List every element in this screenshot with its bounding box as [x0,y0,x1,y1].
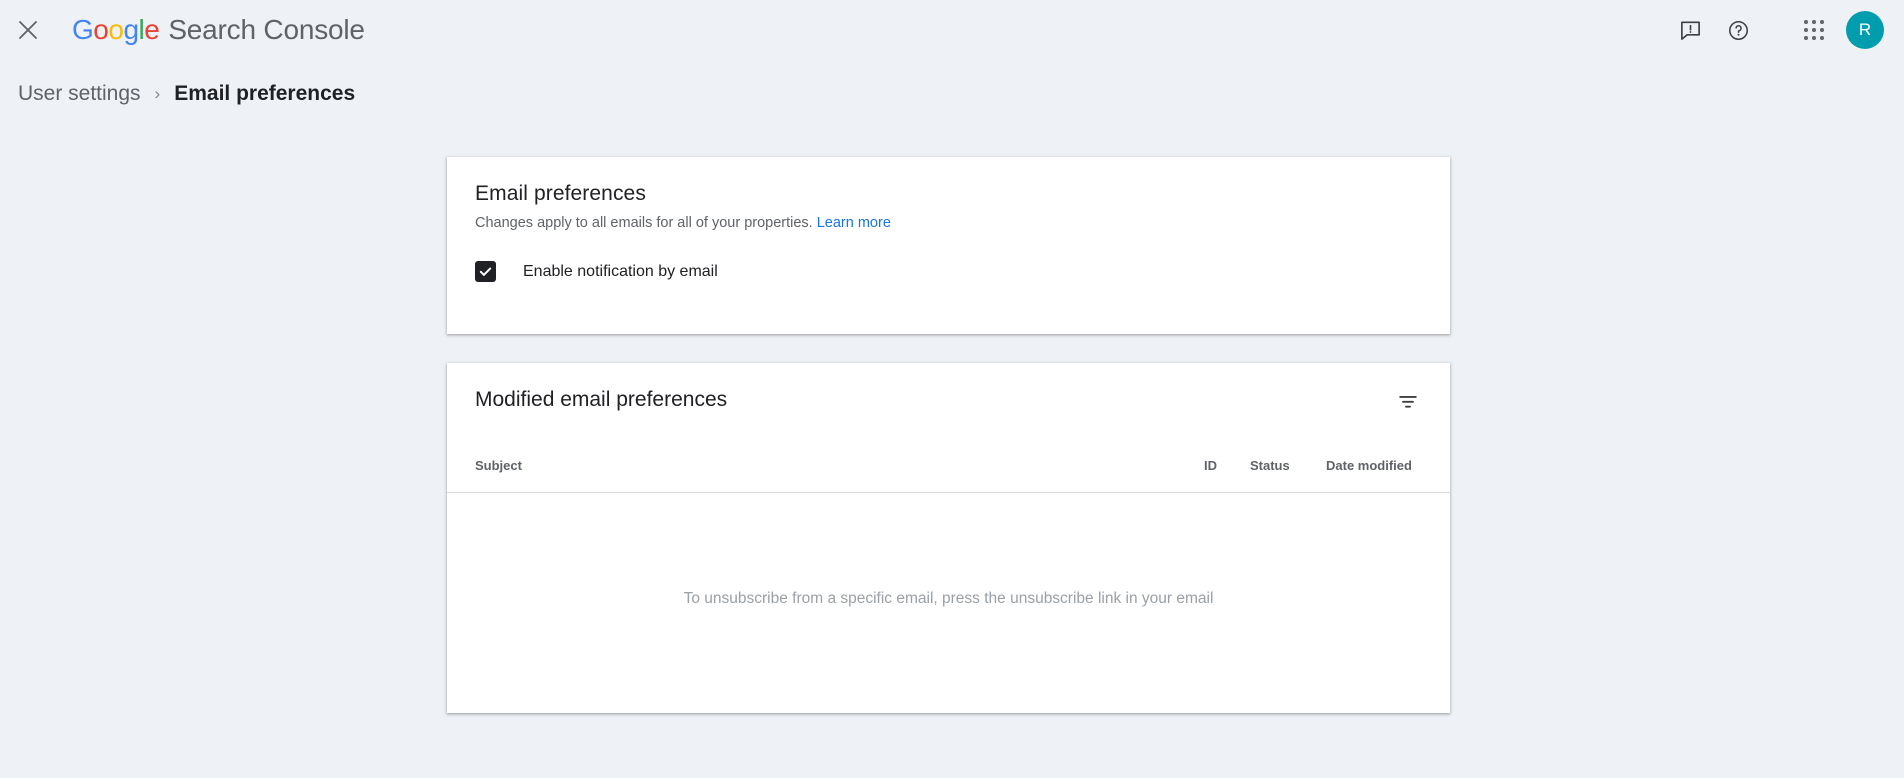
column-header-id[interactable]: ID [1204,458,1250,473]
brand-logo[interactable]: Google Search Console [72,14,365,46]
email-preferences-card: Email preferences Changes apply to all e… [447,157,1450,334]
help-icon[interactable] [1714,6,1762,54]
product-name: Search Console [168,14,364,46]
modified-table-header: Subject ID Status Date modified [447,438,1450,493]
enable-notification-row[interactable]: Enable notification by email [447,231,1450,282]
email-preferences-title: Email preferences [447,157,1450,206]
filter-icon[interactable] [1388,382,1428,422]
chevron-right-icon: › [155,84,161,104]
top-app-bar: Google Search Console [0,0,1904,60]
description-text: Changes apply to all emails for all of y… [475,215,813,231]
close-icon[interactable] [14,16,42,44]
empty-state-message: To unsubscribe from a specific email, pr… [447,493,1450,705]
modified-card-header: Modified email preferences [447,363,1450,422]
avatar[interactable]: R [1846,11,1884,49]
enable-notification-label[interactable]: Enable notification by email [523,263,718,281]
modified-email-preferences-card: Modified email preferences Subject ID St… [447,363,1450,713]
google-wordmark: Google [72,14,159,46]
enable-notification-checkbox[interactable] [475,261,496,282]
feedback-icon[interactable] [1666,6,1714,54]
top-bar-actions: R [1666,6,1884,54]
breadcrumb: User settings › Email preferences [18,82,355,106]
column-header-date-modified[interactable]: Date modified [1326,458,1422,473]
modified-email-preferences-title: Modified email preferences [475,388,727,412]
breadcrumb-current-page: Email preferences [174,82,355,106]
email-preferences-description: Changes apply to all emails for all of y… [447,206,1450,231]
apps-grid-icon[interactable] [1790,6,1838,54]
column-header-subject[interactable]: Subject [475,458,1204,473]
column-header-status[interactable]: Status [1250,458,1326,473]
learn-more-link[interactable]: Learn more [817,215,891,231]
breadcrumb-user-settings[interactable]: User settings [18,82,141,106]
